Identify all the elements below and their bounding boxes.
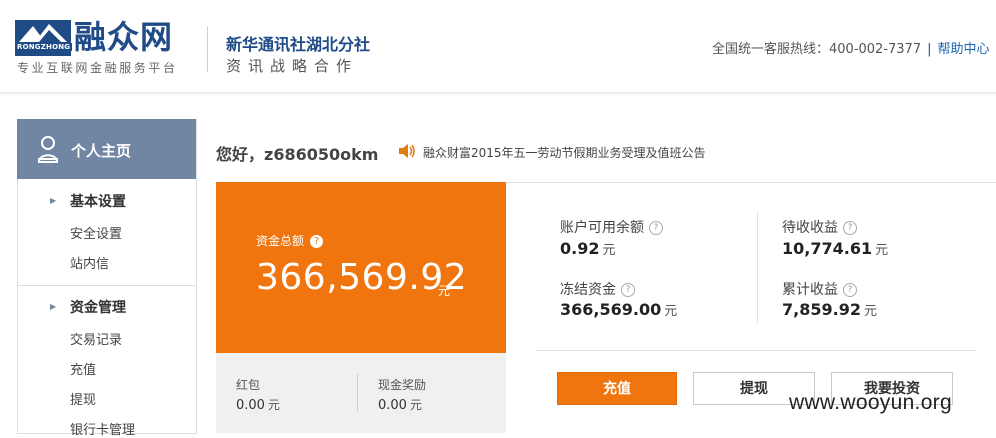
available-balance-row: 0.92 元 [560, 239, 616, 258]
question-icon[interactable]: ? [843, 221, 857, 235]
sidebar-item-transactions[interactable]: 交易记录 [70, 329, 122, 348]
cash-reward-value: 0.00 [378, 398, 407, 413]
logo-title[interactable]: 融众网 [74, 17, 173, 57]
hotline-text: 全国统一客服热线：400-002-7377 [712, 42, 922, 57]
sidebar-group-title[interactable]: 基本设置 [70, 191, 126, 211]
currency-unit: 元 [875, 243, 889, 258]
logo-slogan: 专业互联网金融服务平台 [17, 61, 178, 75]
currency-unit: 元 [602, 243, 616, 258]
sidebar-item-withdraw[interactable]: 提现 [70, 389, 96, 408]
sidebar-group-title[interactable]: 资金管理 [70, 297, 126, 317]
frozen-funds-value: 366,569.00 [560, 300, 662, 319]
rewards-card: 红包 0.00 元 现金奖励 0.00 元 [216, 353, 506, 433]
header-shadow [0, 92, 996, 96]
frozen-funds-row: 366,569.00 元 [560, 300, 677, 319]
cumulative-income-row: 7,859.92 元 [782, 300, 877, 319]
total-assets-value: 366,569.92 [256, 257, 468, 298]
logo-sub-text: RONGZHONG [15, 43, 73, 51]
pending-income-label: 待收收益 [782, 220, 838, 236]
sidebar-home-label: 个人主页 [71, 142, 132, 160]
partner-subtitle: 资讯战略合作 [226, 57, 359, 75]
cash-reward-value-row: 0.00 元 [378, 396, 422, 413]
total-assets-card: 资金总额? 366,569.92 元 [216, 182, 506, 353]
help-center-link[interactable]: 帮助中心 [937, 42, 989, 57]
partner-name: 新华通讯社湖北分社 [226, 35, 371, 54]
pending-income-label-row: 待收收益? [782, 217, 857, 237]
total-assets-label: 资金总额 [256, 234, 305, 248]
hotline-separator: | [927, 42, 932, 57]
sidebar-item-bank-cards[interactable]: 银行卡管理 [70, 419, 135, 438]
question-icon[interactable]: ? [843, 283, 857, 297]
total-assets-label-row: 资金总额? [256, 232, 324, 249]
cumulative-income-label-row: 累计收益? [782, 279, 857, 299]
currency-unit: 元 [438, 284, 451, 298]
rewards-divider [357, 374, 358, 412]
pending-income-value: 10,774.61 [782, 239, 873, 258]
recharge-button[interactable]: 充值 [557, 372, 677, 405]
frozen-funds-label-row: 冻结资金? [560, 279, 635, 299]
question-icon[interactable]: ? [621, 283, 635, 297]
available-balance-value: 0.92 [560, 239, 600, 258]
announcement-link[interactable]: 融众财富2015年五一劳动节假期业务受理及值班公告 [423, 144, 706, 161]
question-icon[interactable]: ? [310, 235, 324, 248]
sidebar-item-security-settings[interactable]: 安全设置 [70, 223, 122, 242]
sidebar-item-messages[interactable]: 站内信 [70, 253, 109, 272]
stats-divider [757, 211, 758, 323]
red-packet-value: 0.00 [236, 398, 265, 413]
stats-bottom-divider [536, 350, 976, 351]
currency-unit: 元 [409, 398, 422, 412]
red-packet-value-row: 0.00 元 [236, 396, 280, 413]
available-balance-label: 账户可用余额 [560, 220, 644, 236]
cumulative-income-label: 累计收益 [782, 282, 838, 298]
sidebar-divider [17, 285, 195, 286]
user-icon [38, 136, 58, 163]
pending-income-row: 10,774.61 元 [782, 239, 888, 258]
hotline-bar: 全国统一客服热线：400-002-7377 | 帮助中心 [712, 38, 990, 57]
sidebar-item-home[interactable]: 个人主页 [17, 119, 196, 179]
site-header: RONGZHONG 融众网 专业互联网金融服务平台 新华通讯社湖北分社 资讯战略… [0, 0, 996, 92]
currency-unit: 元 [863, 304, 877, 319]
available-balance-label-row: 账户可用余额? [560, 217, 663, 237]
speaker-icon [399, 144, 415, 158]
user-greeting: 您好，z686050okm [216, 145, 379, 164]
sidebar-item-recharge[interactable]: 充值 [70, 359, 96, 378]
triangle-right-icon: ▶ [50, 302, 57, 311]
cash-reward-label: 现金奖励 [378, 378, 427, 392]
header-divider [207, 26, 208, 72]
red-packet-label: 红包 [236, 378, 261, 392]
question-icon[interactable]: ? [649, 221, 663, 235]
watermark-text: www.wooyun.org [789, 391, 952, 414]
cumulative-income-value: 7,859.92 [782, 300, 861, 319]
triangle-right-icon: ▶ [50, 196, 57, 205]
frozen-funds-label: 冻结资金 [560, 282, 616, 298]
currency-unit: 元 [664, 304, 678, 319]
currency-unit: 元 [267, 398, 280, 412]
